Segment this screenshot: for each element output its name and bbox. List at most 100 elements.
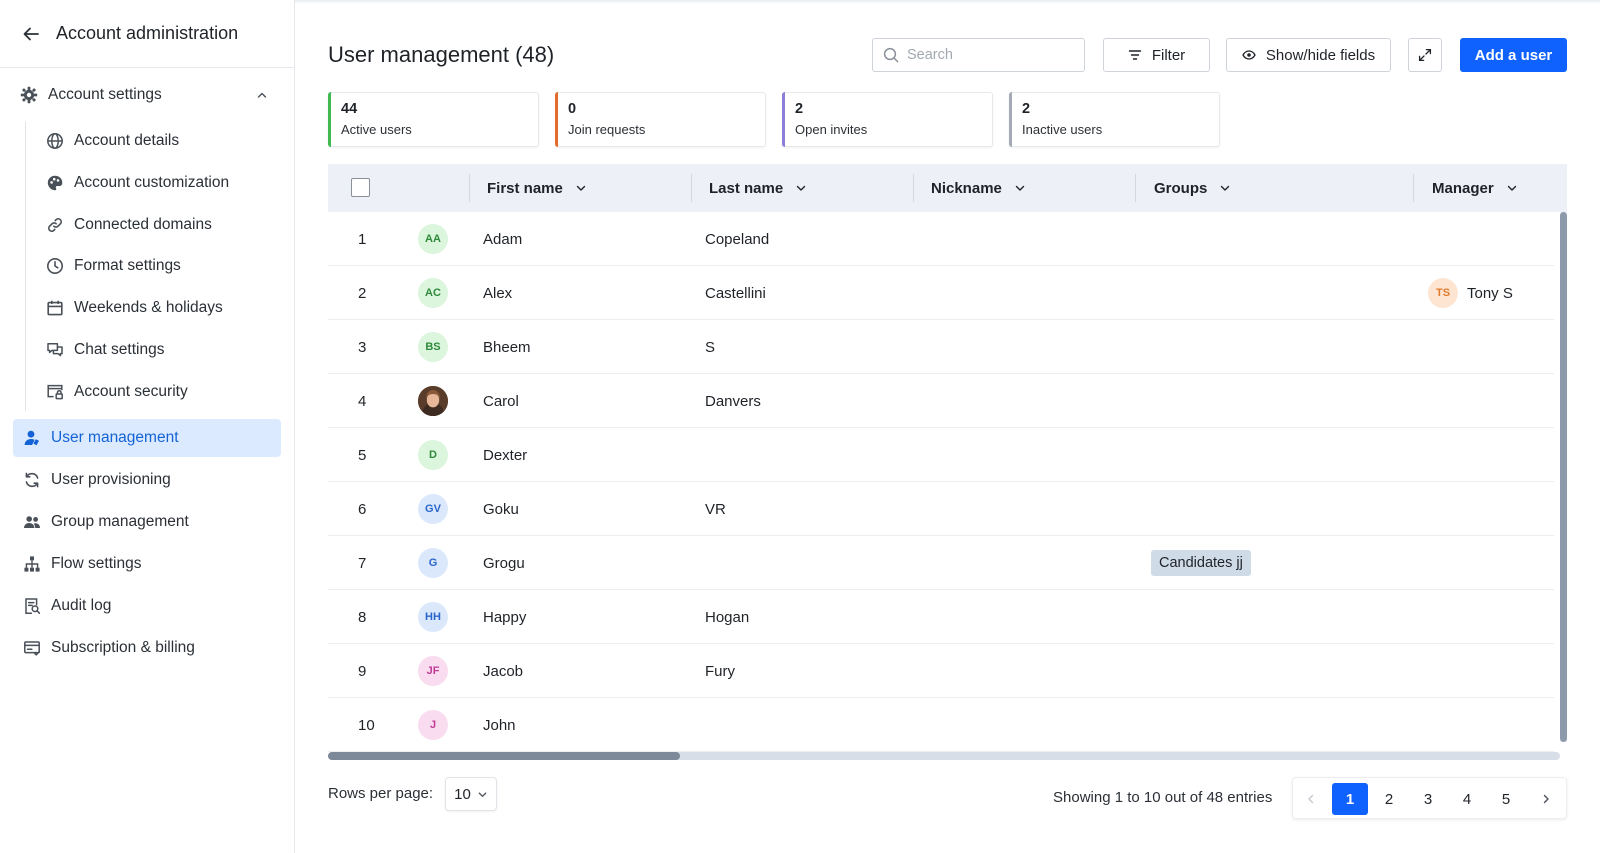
manager-cell[interactable]: TS Tony S xyxy=(1428,266,1513,320)
sidebar-item-weekends-holidays[interactable]: Weekends & holidays xyxy=(46,293,286,323)
sidebar-item-account-details[interactable]: Account details xyxy=(46,126,286,156)
chevron-up-icon[interactable] xyxy=(256,89,268,101)
page-button-4[interactable]: 4 xyxy=(1449,783,1485,815)
table-row[interactable]: 3 BS Bheem S xyxy=(328,320,1554,374)
table-row[interactable]: 1 AA Adam Copeland xyxy=(328,212,1554,266)
filter-button-label: Filter xyxy=(1151,46,1186,64)
vertical-scrollbar-thumb[interactable] xyxy=(1560,212,1567,742)
chevron-down-icon xyxy=(1221,185,1230,191)
sidebar-item-chat-settings[interactable]: Chat settings xyxy=(46,335,286,365)
column-label: Groups xyxy=(1154,179,1208,197)
chevron-down-icon xyxy=(1015,185,1025,191)
row-number: 2 xyxy=(358,284,367,302)
sidebar-item-label: Format settings xyxy=(74,257,181,274)
group-tag[interactable]: Candidates jj xyxy=(1151,550,1251,576)
page-button-1[interactable]: 1 xyxy=(1332,783,1368,815)
show-hide-fields-button[interactable]: Show/hide fields xyxy=(1226,38,1391,72)
chevron-down-icon xyxy=(478,791,487,797)
next-page-button[interactable] xyxy=(1528,783,1564,815)
user-initials-avatar: GV xyxy=(418,494,448,524)
column-label: Last name xyxy=(709,179,784,197)
chevron-down-icon xyxy=(797,185,806,191)
entries-summary: Showing 1 to 10 out of 48 entries xyxy=(1053,789,1273,806)
table-row[interactable]: 5 D Dexter xyxy=(328,428,1554,482)
stat-value: 2 xyxy=(1022,101,1031,117)
sidebar-item-label: Group management xyxy=(51,513,189,530)
sidebar-title: Account administration xyxy=(56,23,239,43)
stat-active-users[interactable]: 44 Active users xyxy=(328,92,539,147)
table-row[interactable]: 10 J John xyxy=(328,698,1554,752)
column-last-name[interactable]: Last name xyxy=(709,164,807,212)
page-button-5[interactable]: 5 xyxy=(1488,783,1524,815)
sidebar-item-user-provisioning[interactable]: User provisioning xyxy=(13,461,281,499)
stat-label: Join requests xyxy=(568,122,646,137)
first-name-cell: Grogu xyxy=(483,554,525,572)
page-button-2[interactable]: 2 xyxy=(1371,783,1407,815)
sidebar-item-connected-domains[interactable]: Connected domains xyxy=(46,210,286,240)
user-initials-avatar: AA xyxy=(418,224,448,254)
sidebar-item-format-settings[interactable]: Format settings xyxy=(46,251,286,281)
user-icon xyxy=(24,430,39,446)
sidebar-item-flow-settings[interactable]: Flow settings xyxy=(13,545,281,583)
page-button-3[interactable]: 3 xyxy=(1410,783,1446,815)
column-separator xyxy=(691,174,692,202)
users-table: First name Last name Nickname Groups Man… xyxy=(328,164,1567,760)
first-name-cell: Alex xyxy=(483,284,513,302)
palette-icon xyxy=(47,175,63,191)
stat-open-invites[interactable]: 2 Open invites xyxy=(782,92,993,147)
page-title: User management (48) xyxy=(328,42,555,67)
table-row[interactable]: 6 GV Goku VR xyxy=(328,482,1554,536)
account-settings-group[interactable]: Account settings xyxy=(0,80,294,110)
stat-join-requests[interactable]: 0 Join requests xyxy=(555,92,766,147)
table-row[interactable]: 2 AC Alex Castellini TS Tony S xyxy=(328,266,1554,320)
first-name-cell: Goku xyxy=(483,500,519,518)
expand-button[interactable] xyxy=(1408,38,1442,72)
chevron-down-icon xyxy=(576,185,586,191)
sidebar-item-group-management[interactable]: Group management xyxy=(13,503,281,541)
row-number: 1 xyxy=(358,230,367,248)
table-row[interactable]: 7 G Grogu Candidates jj xyxy=(328,536,1554,590)
last-name-cell: Hogan xyxy=(705,608,750,626)
user-initials-avatar: BS xyxy=(418,332,448,362)
eye-icon xyxy=(1242,50,1256,60)
sidebar-item-audit-log[interactable]: Audit log xyxy=(13,587,281,625)
filter-button[interactable]: Filter xyxy=(1103,38,1210,72)
search-icon xyxy=(883,47,899,63)
column-manager[interactable]: Manager xyxy=(1432,164,1518,212)
column-nickname[interactable]: Nickname xyxy=(931,164,1026,212)
select-all-checkbox[interactable] xyxy=(351,178,370,197)
prev-page-button[interactable] xyxy=(1293,783,1329,815)
expand-icon xyxy=(1418,48,1432,62)
user-initials-avatar: J xyxy=(418,710,448,740)
hierarchy-icon xyxy=(24,556,40,572)
sidebar: Account administration Account settings … xyxy=(0,0,295,853)
sidebar-item-user-management[interactable]: User management xyxy=(13,419,281,457)
table-row[interactable]: 8 HH Happy Hogan xyxy=(328,590,1554,644)
submenu-guide-line xyxy=(25,122,26,411)
rows-per-page-select[interactable]: 10 xyxy=(445,777,497,811)
sidebar-item-label: Chat settings xyxy=(74,341,165,358)
stat-inactive-users[interactable]: 2 Inactive users xyxy=(1009,92,1220,147)
last-name-cell: Copeland xyxy=(705,230,770,248)
column-separator xyxy=(913,174,914,202)
table-row[interactable]: 9 JF Jacob Fury xyxy=(328,644,1554,698)
back-arrow-icon[interactable] xyxy=(22,25,40,43)
sidebar-item-account-customization[interactable]: Account customization xyxy=(46,168,286,198)
sidebar-item-label: Audit log xyxy=(51,597,112,614)
column-separator xyxy=(469,174,470,202)
search-input[interactable] xyxy=(907,47,1077,63)
stat-label: Active users xyxy=(341,122,412,137)
globe-icon xyxy=(47,133,63,149)
sidebar-item-label: User management xyxy=(51,429,179,446)
table-row[interactable]: 4 Carol Danvers xyxy=(328,374,1554,428)
chevron-right-icon xyxy=(1543,794,1549,804)
column-first-name[interactable]: First name xyxy=(487,164,587,212)
pagination: 12345 xyxy=(1292,777,1567,819)
sidebar-item-subscription-billing[interactable]: Subscription & billing xyxy=(13,629,281,667)
sidebar-item-account-security[interactable]: Account security xyxy=(46,377,286,407)
search-box[interactable] xyxy=(872,38,1085,72)
add-user-button[interactable]: Add a user xyxy=(1460,38,1567,72)
chat-icon xyxy=(47,343,63,357)
horizontal-scrollbar-thumb[interactable] xyxy=(328,752,680,760)
column-groups[interactable]: Groups xyxy=(1154,164,1231,212)
